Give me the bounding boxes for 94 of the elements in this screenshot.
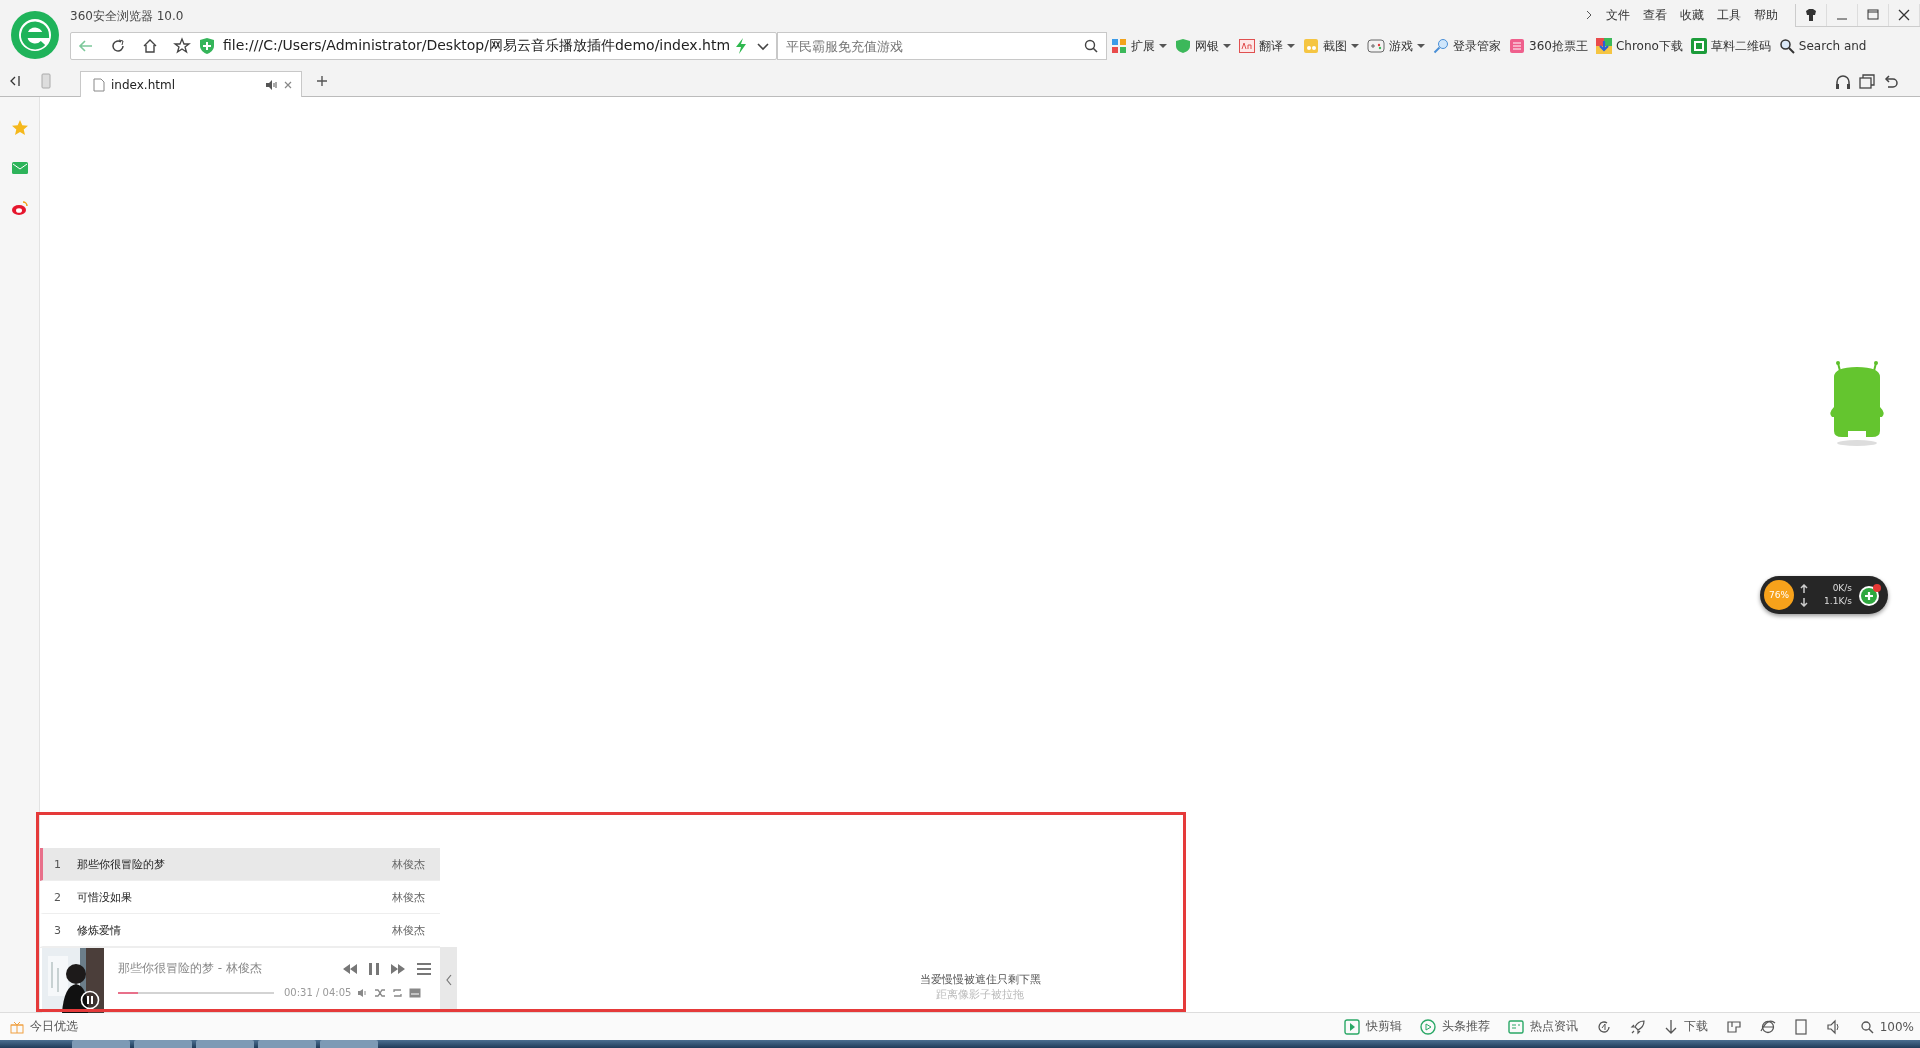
play-circle-icon[interactable] (1419, 1018, 1436, 1035)
headphones-icon[interactable] (1834, 73, 1852, 91)
caret-icon[interactable] (1287, 43, 1295, 49)
menu-item[interactable]: 文件 (1606, 6, 1630, 24)
toolbar-button[interactable]: 草料二维码 (1710, 37, 1771, 55)
search-field[interactable]: 平民霸服免充值游戏 (777, 32, 1107, 60)
download-speed: 1.1K/s (1824, 595, 1852, 608)
gamepad-icon[interactable] (1367, 38, 1385, 54)
track-number: 3 (53, 923, 61, 937)
song-title: 修炼爱情 (77, 922, 122, 938)
translate-icon[interactable] (1239, 38, 1255, 54)
menu-item[interactable]: 帮助 (1754, 6, 1778, 24)
layout-icon[interactable] (1725, 1018, 1742, 1035)
window-title: 360安全浏览器 10.0 (70, 7, 184, 25)
search-icon[interactable] (1084, 39, 1098, 53)
menu-item[interactable]: 查看 (1643, 6, 1667, 24)
collapse-tab[interactable] (440, 947, 457, 1012)
artist-name: 林俊杰 (392, 922, 425, 938)
shield-icon (199, 37, 215, 55)
caret-icon[interactable] (1223, 43, 1231, 49)
toolbar-button[interactable]: 登录管家 (1453, 37, 1501, 55)
caret-icon[interactable] (1417, 43, 1425, 49)
status-button[interactable]: 热点资讯 (1529, 1018, 1578, 1035)
song-title: 那些你很冒险的梦 (77, 856, 166, 872)
plus-icon[interactable] (1858, 583, 1882, 607)
weibo-icon[interactable] (10, 199, 29, 217)
toolbar-button[interactable]: 扩展 (1131, 37, 1155, 55)
lightning-icon[interactable] (734, 37, 748, 55)
download-icon[interactable] (1663, 1018, 1678, 1035)
now-playing-title: 那些你很冒险的梦 - 林俊杰 (118, 960, 262, 977)
pause-icon[interactable] (80, 990, 100, 1010)
chevron-icon (444, 973, 453, 986)
download-arrow-icon (1800, 596, 1809, 607)
playback-time: 00:31 / 04:05 (284, 987, 352, 998)
song-title: 可惜没如果 (77, 889, 133, 905)
volume-icon[interactable] (357, 987, 369, 998)
playlist-row[interactable]: 2 可惜没如果 林俊杰 (40, 881, 440, 914)
toolbar-button[interactable]: Search and (1798, 39, 1867, 53)
rocket-icon[interactable] (1629, 1018, 1646, 1035)
repeat-icon[interactable] (392, 987, 404, 998)
download-icon[interactable] (1595, 38, 1612, 54)
mail-icon[interactable] (10, 159, 29, 177)
upload-arrow-icon (1800, 583, 1809, 594)
upload-speed: 0K/s (1832, 582, 1852, 595)
artist-name: 林俊杰 (392, 856, 425, 872)
shield-icon[interactable] (1175, 38, 1191, 54)
toolbar-button[interactable]: 网银 (1195, 37, 1219, 55)
toolbar-button[interactable]: 截图 (1323, 37, 1347, 55)
toolbar-button[interactable]: 游戏 (1389, 37, 1413, 55)
volume-icon[interactable] (1825, 1018, 1842, 1035)
zoom-icon[interactable] (1859, 1018, 1874, 1035)
today-picks-link[interactable]: 今日优选 (30, 1018, 78, 1035)
artist-name: 林俊杰 (392, 889, 425, 905)
qr-code-icon[interactable] (1690, 38, 1707, 54)
chevron-icon[interactable] (1585, 9, 1593, 21)
menu-item[interactable]: 收藏 (1680, 6, 1704, 24)
menu-item[interactable]: 工具 (1717, 6, 1741, 24)
browser-logo-icon (10, 10, 60, 60)
search-icon[interactable] (1778, 38, 1795, 54)
track-number: 1 (53, 857, 61, 871)
lyric-line: 当爱慢慢被遮住只剩下黑 (919, 972, 1041, 987)
progress-bar[interactable] (118, 991, 274, 994)
speaker-icon[interactable] (265, 78, 277, 91)
next-icon[interactable] (390, 961, 406, 976)
playlist-row[interactable]: 1 那些你很冒险的梦 林俊杰 (40, 848, 440, 881)
caret-icon[interactable] (1159, 43, 1167, 49)
undo-icon[interactable] (1882, 73, 1900, 91)
page-icon (93, 77, 105, 92)
caret-icon[interactable] (1351, 43, 1359, 49)
news-icon[interactable] (1507, 1018, 1524, 1035)
browser-tab[interactable]: index.html (80, 71, 302, 97)
toolbar-button[interactable]: 360抢票王 (1529, 37, 1588, 55)
previous-icon[interactable] (342, 961, 358, 976)
lyric-line: 距离像影子被拉拖 (936, 987, 1024, 1002)
track-number: 2 (53, 890, 61, 904)
shuffle-icon[interactable] (374, 987, 387, 998)
windows-icon[interactable] (1858, 73, 1876, 91)
magnifier-icon[interactable] (1433, 38, 1449, 54)
grid-icon[interactable] (1111, 38, 1127, 54)
ticket-icon[interactable] (1509, 38, 1525, 54)
refresh-icon[interactable] (1595, 1018, 1612, 1035)
menu-icon[interactable] (416, 961, 432, 976)
lyrics-icon[interactable] (409, 987, 422, 998)
status-button[interactable]: 快剪辑 (1365, 1018, 1402, 1035)
speed-widget[interactable]: 76% 0K/s 1.1K/s (1760, 576, 1888, 614)
status-button[interactable]: 头条推荐 (1441, 1018, 1490, 1035)
status-button[interactable]: 100% (1879, 1019, 1914, 1034)
address-field[interactable]: file:///C:/Users/Administrator/Desktop/网易云音乐播放插件demo/index.htm (223, 37, 732, 55)
star-icon[interactable] (10, 119, 29, 137)
video-clip-icon[interactable] (1343, 1018, 1360, 1035)
page-icon[interactable] (1793, 1018, 1808, 1035)
status-button[interactable]: 下载 (1683, 1018, 1708, 1035)
toolbar-button[interactable]: Chrono下载 (1615, 37, 1683, 55)
toolbar-button[interactable]: 翻译 (1259, 37, 1283, 55)
